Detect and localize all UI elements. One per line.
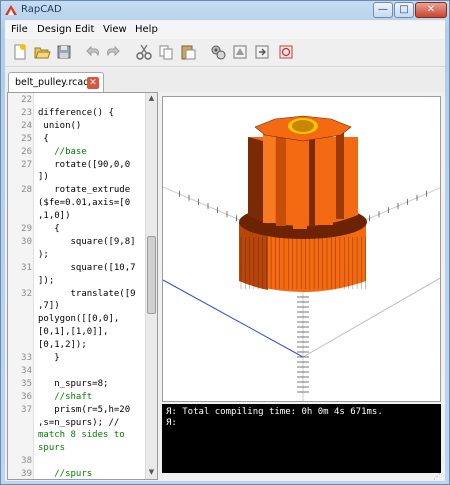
code-line: ]); (38, 275, 55, 286)
line-number: 28 (21, 185, 32, 196)
model-render (163, 115, 440, 401)
code-line: square([9,8] (38, 236, 136, 247)
code-line: n_spurs=8; (38, 378, 109, 389)
export-icon[interactable] (253, 43, 271, 61)
new-file-icon[interactable] (11, 43, 29, 61)
x-axis-line (163, 279, 304, 358)
scroll-down-icon[interactable]: ▼ (147, 468, 156, 478)
spur-3 (293, 135, 307, 229)
title-bar[interactable]: RapCAD — □ ✕ (1, 1, 449, 20)
output-console[interactable]: Я: Total compiling time: 0h 0m 4s 671ms.… (162, 404, 441, 473)
code-line: match 8 sides to (38, 430, 125, 441)
open-file-icon[interactable] (33, 43, 51, 61)
rapcad-logo-icon (5, 5, 17, 15)
line-number: 37 (21, 404, 32, 415)
code-line: spurs (38, 443, 66, 454)
code-editor[interactable]: 22 23 24 25 26 27 28 29 30 31 32 33 34 35 36 37 38 39 dif… (7, 92, 158, 480)
code-line: ,s=n_spurs); // (38, 417, 120, 428)
line-number: 36 (21, 391, 32, 402)
paste-icon[interactable] (179, 43, 197, 61)
spur-4 (309, 134, 315, 227)
flush-cache-icon[interactable] (277, 43, 295, 61)
render-icon[interactable] (231, 43, 249, 61)
toolbar (5, 39, 445, 67)
menu-bar: File Design Edit View Help (5, 21, 445, 39)
code-line: ,7]) (38, 301, 60, 312)
resize-grip-icon[interactable]: ⋰ (433, 472, 443, 481)
code-line: //base (38, 146, 87, 157)
code-line: //shaft (38, 391, 93, 402)
code-line: rotate_extrude (38, 185, 131, 196)
copy-icon[interactable] (157, 43, 175, 61)
console-line: Я: Total compiling time: 0h 0m 4s 671ms. (166, 407, 383, 417)
line-number: 34 (21, 365, 32, 376)
menu-design[interactable]: Design (37, 24, 72, 35)
menu-help[interactable]: Help (135, 24, 158, 35)
code-line: rotate([90,0,0 (38, 159, 131, 170)
menu-edit[interactable]: Edit (75, 24, 94, 35)
line-number: 22 (21, 95, 32, 105)
code-line: translate([9 (38, 288, 136, 299)
cut-icon[interactable] (135, 43, 153, 61)
redo-icon[interactable] (105, 43, 123, 61)
code-line: { (38, 224, 60, 234)
client-area: File Design Edit View Help belt_pulley.r… (5, 20, 445, 481)
console-line: Я: (166, 418, 177, 428)
line-number: 29 (21, 224, 32, 234)
code-line: prism(r=5,h=20 (38, 404, 131, 415)
spur-5 (319, 133, 333, 225)
tab-strip: belt_pulley.rcad ✕ (5, 68, 445, 93)
code-line: ); (38, 249, 49, 260)
line-number: 32 (21, 288, 32, 299)
line-number: 27 (21, 159, 32, 170)
code-line: { (38, 133, 49, 144)
close-window-button[interactable]: ✕ (415, 2, 447, 18)
code-line: [0,1],[1,0]], (38, 327, 109, 338)
compile-icon[interactable] (209, 43, 227, 61)
spur-2 (276, 133, 286, 226)
menu-view[interactable]: View (103, 24, 127, 35)
code-line: ($fe=0.01,axis=[0 (38, 198, 131, 209)
maximize-button[interactable]: □ (394, 2, 414, 18)
scroll-up-icon[interactable]: ▲ (147, 94, 156, 104)
code-line: //spurs (38, 469, 93, 480)
tab-close-icon[interactable]: ✕ (87, 77, 99, 89)
menu-file[interactable]: File (11, 24, 28, 35)
undo-icon[interactable] (83, 43, 101, 61)
scroll-thumb[interactable] (147, 236, 156, 314)
3d-preview-viewport[interactable] (162, 96, 441, 402)
code-line: difference() { (38, 107, 114, 118)
code-line: ]) (38, 172, 49, 183)
line-number: 35 (21, 378, 32, 389)
line-number: 33 (21, 353, 32, 363)
shaft-bore-hole (292, 120, 314, 132)
app-window: RapCAD — □ ✕ File Design Edit View Help (0, 0, 450, 485)
code-line: polygon([[0,0], (38, 314, 120, 325)
minimize-button[interactable]: — (373, 2, 393, 18)
line-number: 31 (21, 262, 32, 273)
spur-6 (336, 131, 344, 219)
code-line: [0,1,2]); (38, 340, 87, 351)
code-line: ,1,0]) (38, 211, 71, 222)
spur-1 (263, 131, 275, 223)
line-number: 25 (21, 133, 32, 144)
code-line: square([10,7 (38, 262, 136, 273)
code-line: union() (38, 120, 82, 131)
tab-label: belt_pulley.rcad (15, 77, 90, 88)
line-number: 26 (21, 146, 32, 157)
line-number: 38 (21, 456, 32, 467)
editor-scrollbar[interactable]: ▲ ▼ (145, 93, 157, 479)
line-number: 23 (21, 107, 32, 118)
code-line: } (38, 353, 60, 363)
line-number-gutter: 22 23 24 25 26 27 28 29 30 31 32 33 34 35 36 37 38 39 (8, 93, 34, 479)
line-number: 30 (21, 236, 32, 247)
line-number: 24 (21, 120, 32, 131)
line-number: 39 (21, 469, 32, 480)
window-title: RapCAD (21, 4, 62, 15)
save-icon[interactable] (55, 43, 73, 61)
tab-belt-pulley[interactable]: belt_pulley.rcad ✕ (8, 72, 104, 93)
